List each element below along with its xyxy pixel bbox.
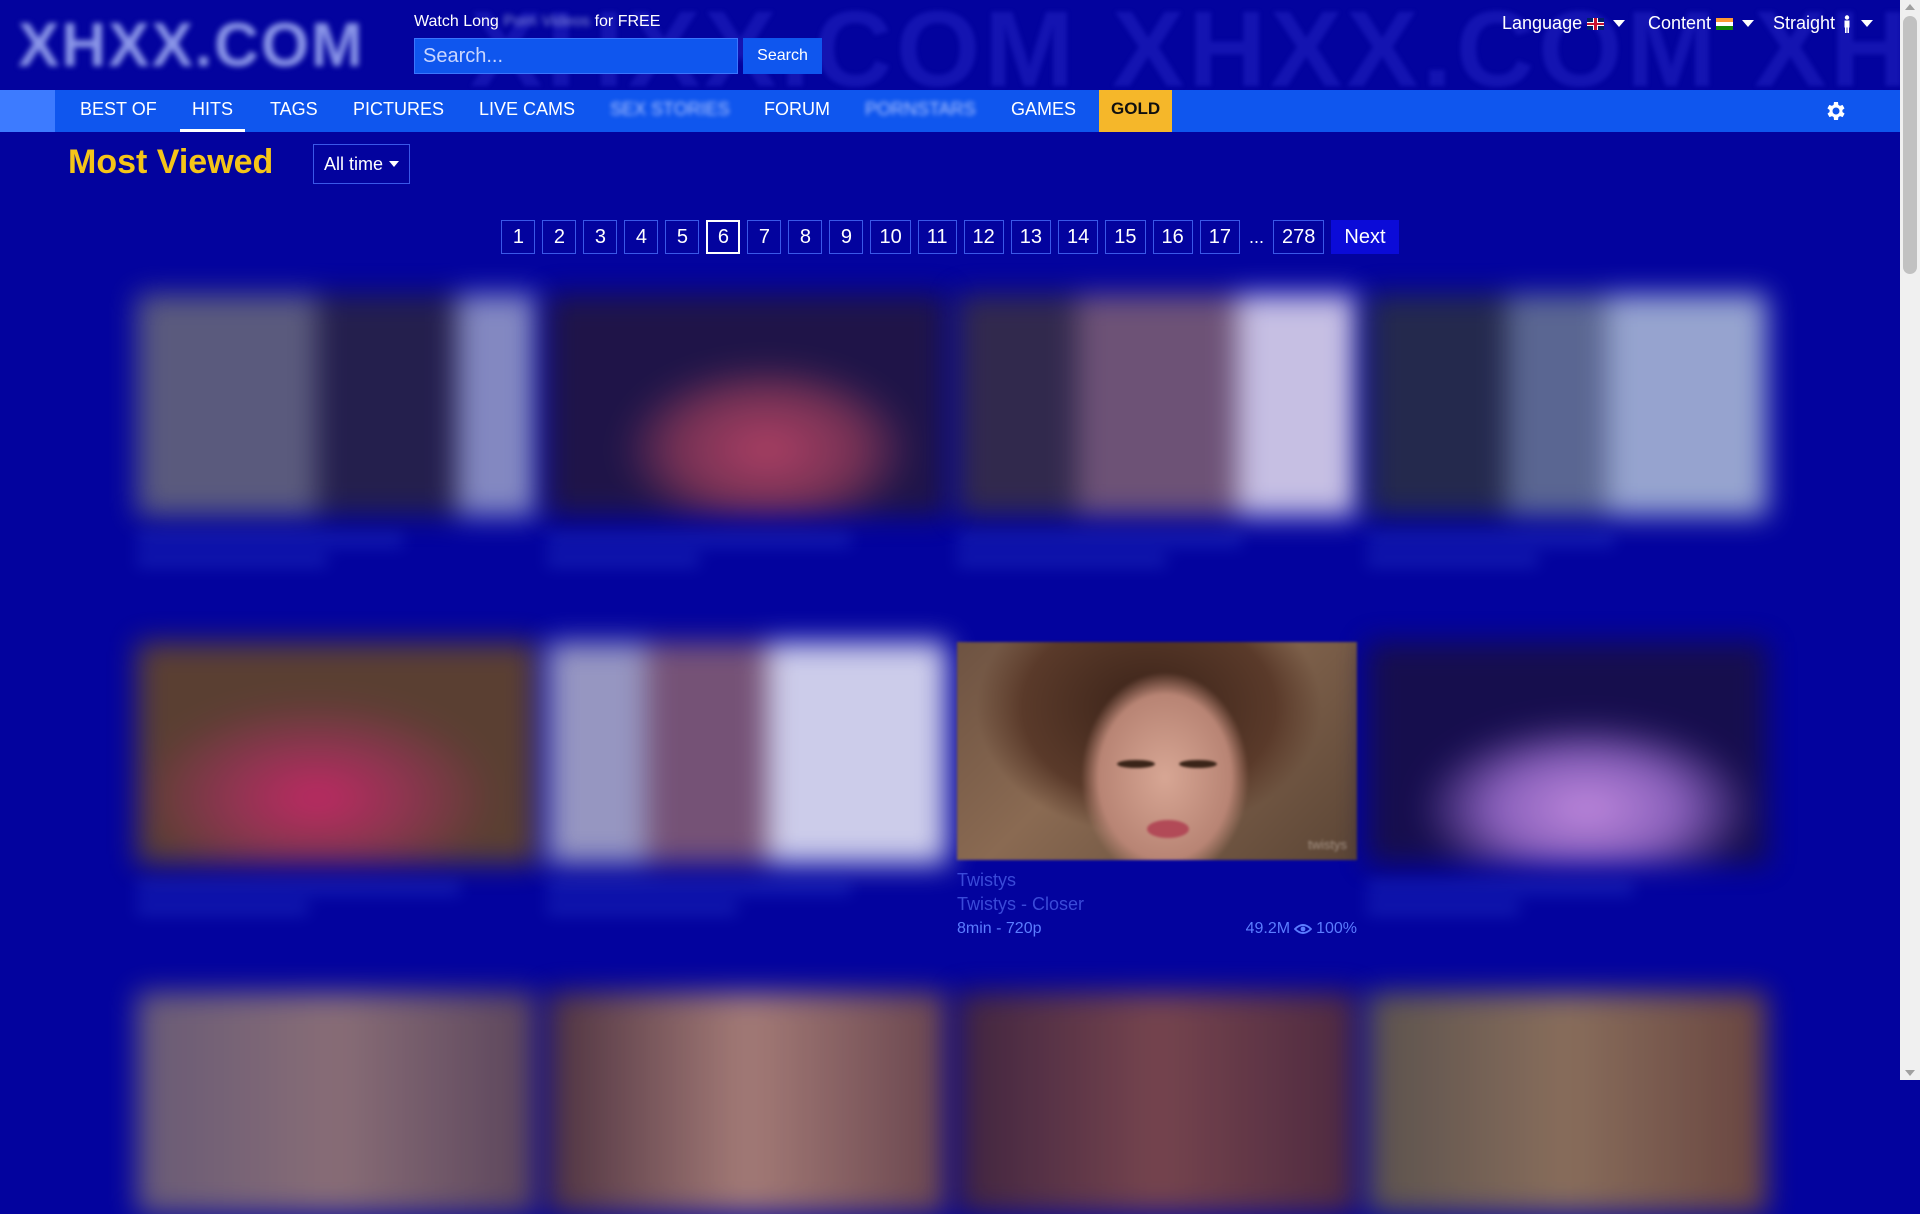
- video-thumbnail[interactable]: [137, 642, 537, 864]
- page-ellipsis: ...: [1249, 226, 1265, 247]
- period-value: All time: [324, 153, 384, 174]
- page-link[interactable]: 1: [501, 220, 536, 254]
- thumb-detail: [1147, 820, 1189, 838]
- nav-pictures[interactable]: PICTURES: [353, 90, 444, 132]
- main-nav: BEST OF HITS TAGS PICTURES LIVE CAMS SEX…: [0, 90, 1900, 132]
- thumb-detail: [1117, 760, 1155, 768]
- page-link[interactable]: 14: [1058, 220, 1099, 254]
- video-thumbnail[interactable]: [547, 294, 947, 516]
- person-icon: [1844, 14, 1850, 33]
- video-thumbnail[interactable]: [137, 294, 537, 516]
- language-label: Language: [1502, 13, 1583, 33]
- nav-tags[interactable]: TAGS: [270, 90, 318, 132]
- page-link[interactable]: 15: [1105, 220, 1146, 254]
- thumb-watermark: twistys: [1308, 837, 1347, 852]
- language-menu[interactable]: Language: [1502, 13, 1626, 34]
- next-page-button[interactable]: Next: [1331, 220, 1399, 254]
- video-views: 49.2M: [1245, 920, 1291, 937]
- site-header: XHXX.COM XHXX.COM XHXX XHXX.COM Watch Lo…: [0, 0, 1900, 90]
- video-meta: [547, 526, 927, 586]
- nav-pornstars[interactable]: PORNSTARS: [865, 90, 976, 132]
- video-thumbnail[interactable]: [1367, 992, 1767, 1214]
- page-link[interactable]: 17: [1199, 220, 1240, 254]
- page-link[interactable]: 11: [917, 220, 957, 254]
- search-button[interactable]: Search: [743, 38, 822, 74]
- video-meta: [137, 526, 517, 586]
- thumb-detail: [1179, 760, 1217, 768]
- scroll-up-arrow-icon[interactable]: [1905, 4, 1915, 10]
- content-menu[interactable]: Content: [1648, 13, 1755, 34]
- nav-forum[interactable]: FORUM: [764, 90, 830, 132]
- eye-icon: [1294, 924, 1313, 934]
- page-link[interactable]: 8: [788, 220, 823, 254]
- page-link[interactable]: 13: [1010, 220, 1051, 254]
- nav-sex-stories[interactable]: SEX STORIES: [610, 90, 730, 132]
- video-rating: 100%: [1316, 920, 1357, 937]
- video-title[interactable]: Twistys - Closer: [957, 894, 1084, 915]
- page-link[interactable]: 10: [870, 220, 911, 254]
- video-duration: 8min - 720p: [957, 920, 1042, 937]
- nav-edge: [0, 90, 55, 132]
- nav-hits[interactable]: HITS: [180, 90, 246, 132]
- page-link[interactable]: 12: [963, 220, 1004, 254]
- orientation-label: Straight: [1773, 13, 1836, 33]
- video-meta: [137, 874, 517, 934]
- tagline-blurred: Porn Videos: [503, 13, 591, 30]
- search-input[interactable]: [414, 38, 738, 74]
- chevron-down-icon: [1613, 20, 1626, 27]
- video-thumbnail[interactable]: [1367, 642, 1767, 864]
- video-thumbnail[interactable]: [957, 294, 1357, 516]
- video-meta: [1367, 874, 1747, 934]
- chevron-down-icon: [1742, 20, 1755, 27]
- chevron-down-icon: [1861, 20, 1874, 27]
- scroll-down-arrow-icon[interactable]: [1905, 1070, 1915, 1076]
- video-stats: 49.2M 100%: [1246, 920, 1357, 938]
- tagline-suffix: for FREE: [594, 13, 661, 30]
- video-thumbnail[interactable]: [957, 992, 1357, 1214]
- page-link[interactable]: 9: [829, 220, 864, 254]
- content-label: Content: [1648, 13, 1712, 33]
- uk-flag-icon: [1587, 17, 1605, 30]
- page-link-current[interactable]: 6: [706, 220, 741, 254]
- video-thumbnail[interactable]: [547, 642, 947, 864]
- nav-best-of[interactable]: BEST OF: [80, 90, 157, 132]
- video-meta: [1367, 526, 1747, 586]
- pagination: 1 2 3 4 5 6 7 8 9 10 11 12 13 14 15 16 1…: [0, 220, 1900, 254]
- chevron-down-icon: [389, 161, 400, 167]
- period-dropdown[interactable]: All time: [313, 144, 411, 184]
- orientation-menu[interactable]: Straight: [1773, 13, 1874, 34]
- page-link[interactable]: 4: [624, 220, 659, 254]
- tagline: Watch Long Porn Videos for FREE: [414, 13, 660, 31]
- site-logo[interactable]: XHXX.COM: [18, 10, 365, 81]
- video-thumbnail[interactable]: twistys: [957, 642, 1357, 860]
- nav-gold[interactable]: GOLD: [1099, 90, 1173, 132]
- nav-live-cams[interactable]: LIVE CAMS: [479, 90, 575, 132]
- tagline-prefix: Watch Long: [414, 13, 499, 30]
- video-thumbnail[interactable]: [137, 992, 537, 1214]
- page-link[interactable]: 2: [542, 220, 577, 254]
- nav-games[interactable]: GAMES: [1011, 90, 1076, 132]
- video-thumbnail[interactable]: [1367, 294, 1767, 516]
- page-link[interactable]: 16: [1152, 220, 1193, 254]
- page-link[interactable]: 7: [747, 220, 782, 254]
- page-link[interactable]: 5: [665, 220, 700, 254]
- page-link-last[interactable]: 278: [1273, 220, 1325, 254]
- video-channel[interactable]: Twistys: [957, 870, 1016, 891]
- scrollbar-thumb[interactable]: [1903, 16, 1917, 274]
- india-flag-icon: [1716, 17, 1734, 30]
- page-scrollbar[interactable]: [1900, 0, 1920, 1080]
- page-title: Most Viewed: [68, 143, 274, 181]
- page-link[interactable]: 3: [583, 220, 618, 254]
- video-thumbnail[interactable]: [547, 992, 947, 1214]
- video-meta: [547, 874, 927, 934]
- gear-icon[interactable]: [1823, 99, 1847, 123]
- video-meta: [957, 526, 1337, 586]
- video-grid: twistys Twistys Twistys - Closer 8min - …: [95, 282, 1800, 1214]
